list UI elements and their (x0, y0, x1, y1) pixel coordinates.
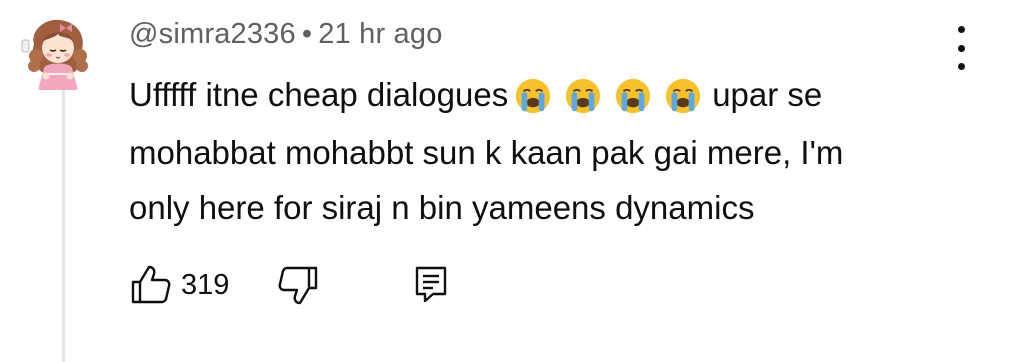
loudly-crying-face-icon (666, 78, 701, 114)
thumbs-up-icon (131, 265, 171, 304)
comment: @simra2336 • 21 hr ago Ufffff itne cheap d… (0, 0, 1024, 362)
comment-text: Ufffff itne cheap dialogues upar se moha… (129, 67, 929, 235)
comment-text-part: Ufffff itne cheap dialogues (129, 76, 509, 113)
thread-line (62, 90, 65, 362)
avatar-illustration (21, 19, 88, 90)
username[interactable]: @simra2336 (129, 18, 296, 50)
loudly-crying-face-icon (566, 78, 601, 114)
reply-button[interactable] (411, 264, 451, 304)
more-dot (957, 26, 965, 33)
like-button[interactable] (129, 262, 173, 306)
more-vertical-icon[interactable] (946, 26, 976, 70)
reply-comment-icon (415, 266, 447, 303)
comment-text-part: upar se (712, 76, 823, 113)
like-count: 319 (181, 269, 230, 301)
dislike-button[interactable] (276, 264, 320, 308)
thumbs-down-icon (278, 266, 318, 305)
timestamp[interactable]: 21 hr ago (318, 18, 442, 50)
comment-meta: @simra2336 • 21 hr ago (129, 18, 443, 51)
loudly-crying-face-icon (516, 78, 551, 114)
emoji-group (514, 66, 702, 121)
comment-line-2: mohabbat mohabbt sun k kaan pak gai mere… (129, 133, 844, 171)
comment-line-3: only here for siraj n bin yameens dynami… (129, 188, 755, 226)
more-dot (957, 63, 965, 70)
loudly-crying-face-icon (616, 78, 651, 114)
avatar[interactable] (16, 10, 100, 94)
more-dot (957, 44, 965, 52)
meta-separator: • (301, 18, 313, 50)
comment-line-1: Ufffff itne cheap dialogues upar se (129, 67, 929, 125)
